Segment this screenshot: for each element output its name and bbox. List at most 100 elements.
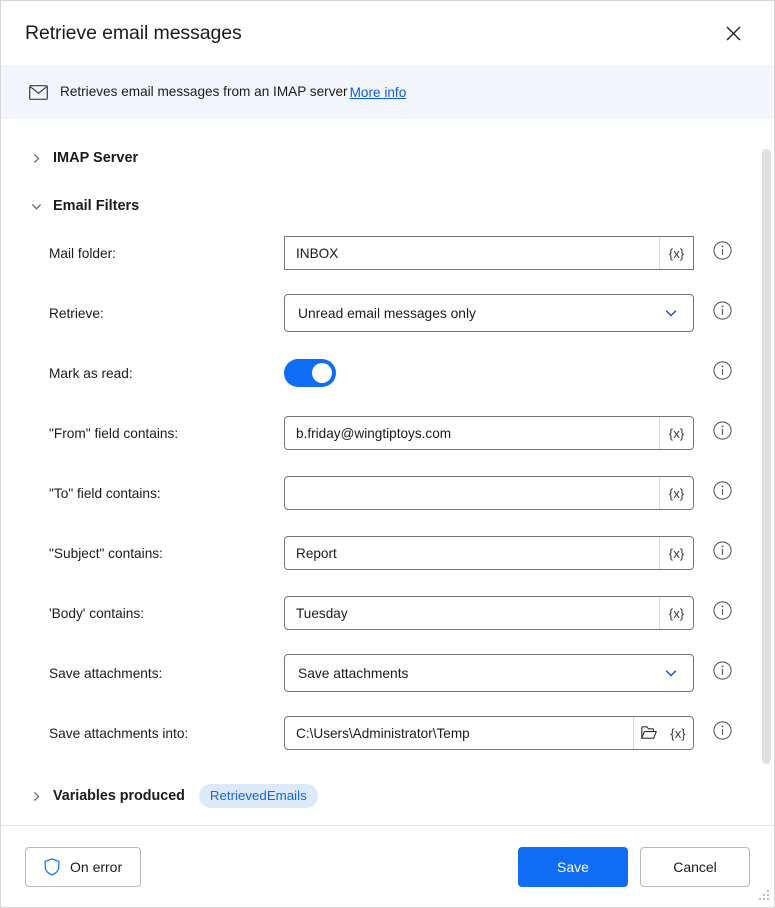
resize-grip[interactable] (756, 889, 770, 903)
save-attachments-into-variable-button[interactable]: {x} (663, 717, 693, 749)
subject-input[interactable] (285, 537, 659, 569)
variables-produced-label: Variables produced (53, 788, 185, 804)
info-glyph (713, 601, 732, 620)
on-error-button[interactable]: On error (25, 847, 141, 887)
from-field-textbox[interactable]: {x} (284, 416, 694, 450)
save-button[interactable]: Save (518, 847, 628, 887)
field-row-mark-as-read: Mark as read: (1, 343, 774, 403)
label-mail-folder: Mail folder: (49, 246, 284, 261)
chevron-down-glyph (31, 201, 42, 212)
to-field-variable-button[interactable]: {x} (659, 477, 693, 509)
label-to-field-contains: "To" field contains: (49, 486, 284, 501)
retrieve-email-messages-dialog: Retrieve email messages Retrieves email … (0, 0, 775, 908)
label-from-field-contains: "From" field contains: (49, 426, 284, 441)
info-glyph (713, 661, 732, 680)
variable-badge-retrieved-emails[interactable]: RetrievedEmails (199, 784, 318, 808)
body-scrollbar[interactable] (759, 119, 774, 825)
retrieve-dropdown-value: Unread email messages only (298, 306, 659, 321)
close-icon[interactable] (712, 13, 754, 53)
chevron-down-glyph (664, 306, 678, 320)
scrollbar-thumb[interactable] (762, 149, 771, 764)
chevron-down-icon (659, 666, 683, 680)
chevron-right-glyph (31, 153, 42, 164)
info-glyph (713, 421, 732, 440)
page-title: Retrieve email messages (25, 22, 712, 45)
field-row-from-field-contains: "From" field contains: {x} (1, 403, 774, 463)
info-icon-body[interactable] (713, 601, 732, 625)
field-row-retrieve: Retrieve: Unread email messages only (1, 283, 774, 343)
info-icon-save-attachments-into[interactable] (713, 721, 732, 745)
save-attachments-into-input[interactable] (285, 717, 633, 749)
info-glyph (713, 361, 732, 380)
label-body-contains: 'Body' contains: (49, 606, 284, 621)
folder-open-glyph (641, 726, 657, 740)
info-icon-save-attachments[interactable] (713, 661, 732, 685)
dialog-body: IMAP Server Email Filters Mail folder: {… (1, 119, 774, 825)
info-icon-to-field[interactable] (713, 481, 732, 505)
toggle-knob (312, 363, 332, 383)
field-row-to-field-contains: "To" field contains: {x} (1, 463, 774, 523)
info-icon-retrieve[interactable] (713, 301, 732, 325)
section-label-email-filters: Email Filters (53, 198, 139, 214)
shield-glyph (44, 858, 60, 876)
body-textbox[interactable]: {x} (284, 596, 694, 630)
field-row-mail-folder: Mail folder: {x} (1, 223, 774, 283)
label-save-attachments-into: Save attachments into: (49, 726, 284, 741)
info-glyph (713, 301, 732, 320)
field-row-body-contains: 'Body' contains: {x} (1, 583, 774, 643)
subject-variable-button[interactable]: {x} (659, 537, 693, 569)
save-attachments-into-textbox[interactable]: {x} (284, 716, 694, 750)
label-retrieve: Retrieve: (49, 306, 284, 321)
shield-icon (44, 858, 60, 876)
section-header-email-filters[interactable]: Email Filters (1, 189, 774, 223)
body-variable-button[interactable]: {x} (659, 597, 693, 629)
chevron-right-icon (31, 153, 49, 164)
description-banner: Retrieves email messages from an IMAP se… (1, 65, 774, 119)
save-attachments-dropdown[interactable]: Save attachments (284, 654, 694, 692)
mail-folder-textbox[interactable]: {x} (284, 236, 694, 270)
chevron-down-icon (31, 201, 49, 212)
on-error-label: On error (70, 859, 122, 875)
envelope-icon (29, 85, 48, 100)
info-icon-mark-as-read[interactable] (713, 361, 732, 385)
chevron-down-icon (659, 306, 683, 320)
chevron-down-glyph (664, 666, 678, 680)
banner-text: Retrieves email messages from an IMAP se… (60, 84, 348, 100)
info-glyph (713, 541, 732, 560)
label-save-attachments: Save attachments: (49, 666, 284, 681)
subject-textbox[interactable]: {x} (284, 536, 694, 570)
label-subject-contains: "Subject" contains: (49, 546, 284, 561)
chevron-right-icon (31, 791, 49, 802)
to-field-textbox[interactable]: {x} (284, 476, 694, 510)
info-glyph (713, 241, 732, 260)
from-field-variable-button[interactable]: {x} (659, 417, 693, 449)
info-icon-mail-folder[interactable] (713, 241, 732, 265)
dialog-footer: On error Save Cancel (1, 825, 774, 907)
folder-open-icon[interactable] (633, 717, 663, 749)
section-header-imap-server[interactable]: IMAP Server (1, 141, 774, 175)
from-field-input[interactable] (285, 417, 659, 449)
info-glyph (713, 721, 732, 740)
info-icon-from-field[interactable] (713, 421, 732, 445)
save-attachments-dropdown-value: Save attachments (298, 666, 659, 681)
envelope-glyph (29, 85, 48, 100)
dialog-titlebar: Retrieve email messages (1, 1, 774, 65)
info-icon-subject[interactable] (713, 541, 732, 565)
cancel-button[interactable]: Cancel (640, 847, 750, 887)
mark-as-read-toggle[interactable] (284, 359, 336, 387)
info-glyph (713, 481, 732, 500)
mail-folder-input[interactable] (285, 237, 659, 269)
label-mark-as-read: Mark as read: (49, 366, 284, 381)
mail-folder-variable-button[interactable]: {x} (659, 237, 693, 269)
more-info-link[interactable]: More info (350, 85, 407, 100)
section-label-imap-server: IMAP Server (53, 150, 138, 166)
body-input[interactable] (285, 597, 659, 629)
close-glyph (726, 26, 741, 41)
variables-produced-section[interactable]: Variables produced RetrievedEmails (1, 777, 774, 815)
field-row-save-attachments: Save attachments: Save attachments (1, 643, 774, 703)
retrieve-dropdown[interactable]: Unread email messages only (284, 294, 694, 332)
field-row-save-attachments-into: Save attachments into: {x} (1, 703, 774, 763)
field-row-subject-contains: "Subject" contains: {x} (1, 523, 774, 583)
to-field-input[interactable] (285, 477, 659, 509)
chevron-right-glyph (31, 791, 42, 802)
